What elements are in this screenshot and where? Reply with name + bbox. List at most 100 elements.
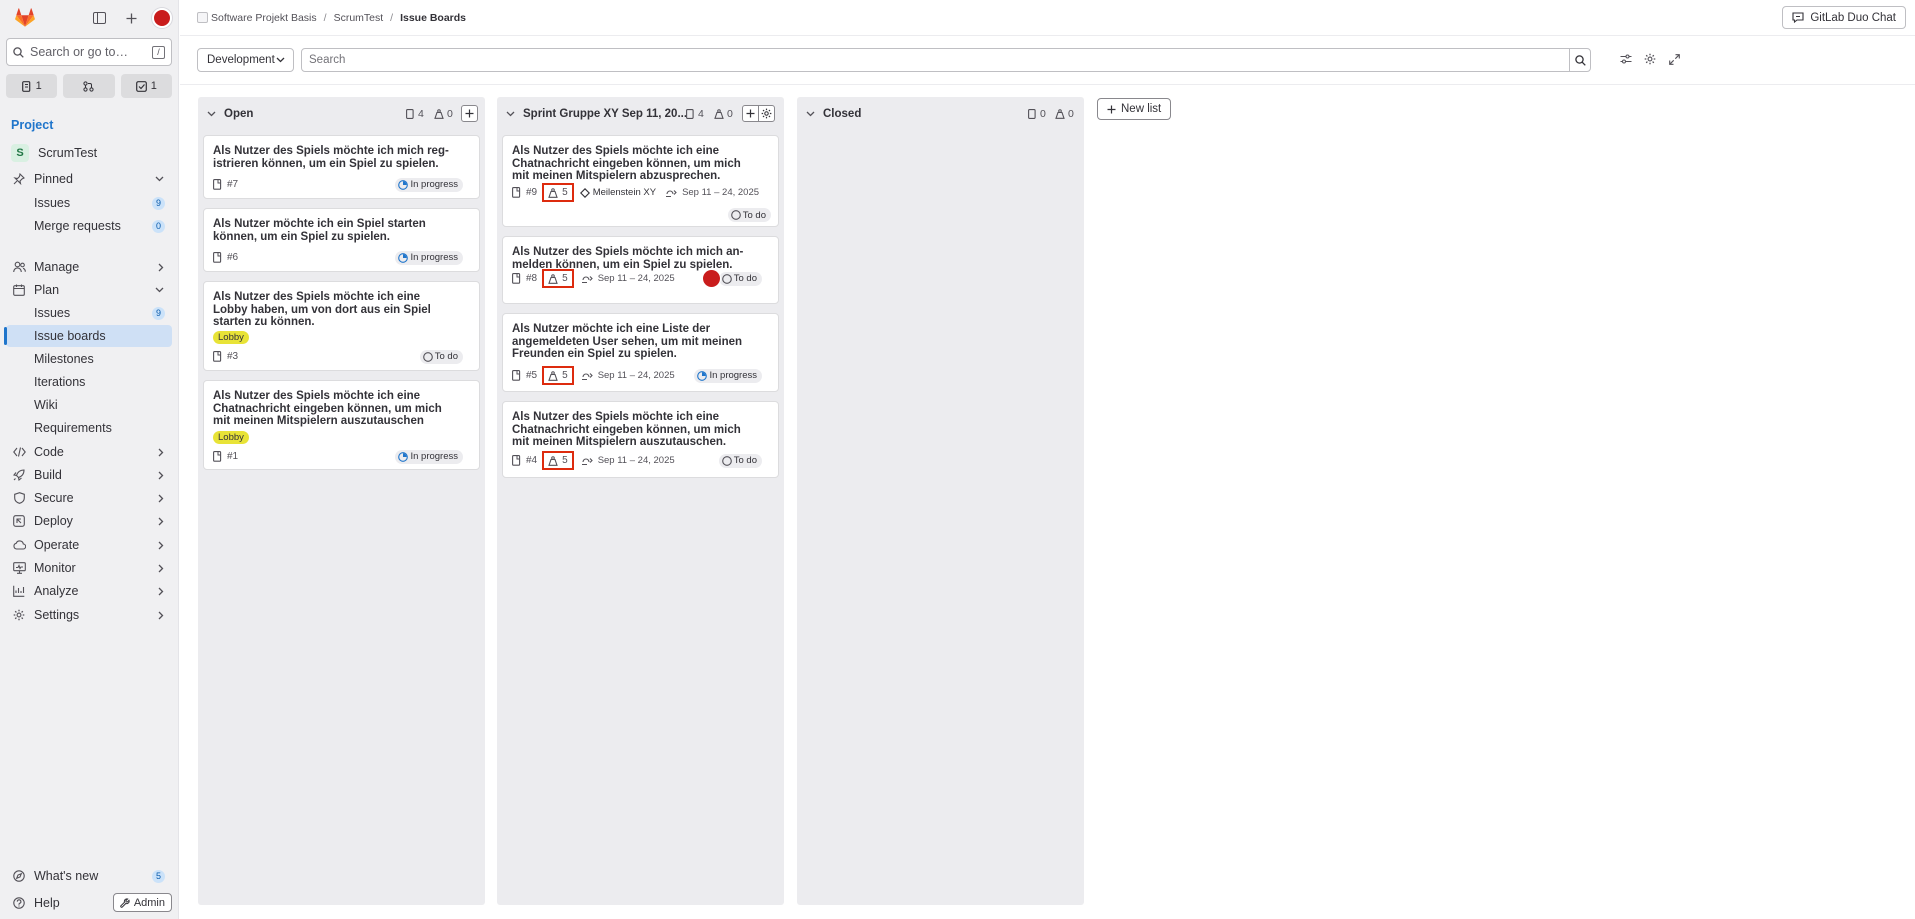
sidebar-item-issue-boards[interactable]: Issue boards xyxy=(4,325,172,347)
sidebar-item-manage[interactable]: Manage xyxy=(6,256,172,278)
issue-card[interactable]: Als Nutzer des Spiels möchte ich eine Ch… xyxy=(502,401,779,478)
whats-new-button[interactable]: What's new 5 xyxy=(6,865,172,887)
global-search-button[interactable]: Search or go to… / xyxy=(6,38,172,66)
label-lobby[interactable]: Lobby xyxy=(213,331,249,344)
breadcrumb-project[interactable]: ScrumTest xyxy=(334,12,384,24)
issue-iteration[interactable]: Sep 11 – 24, 2025 xyxy=(665,187,759,198)
issue-title[interactable]: Als Nutzer möchte ich ein Spiel starten … xyxy=(213,218,457,243)
list-settings-button[interactable] xyxy=(758,105,775,122)
chevron-right-icon xyxy=(158,611,164,620)
duo-chat-button[interactable]: GitLab Duo Chat xyxy=(1782,6,1906,29)
assignee-avatar[interactable] xyxy=(703,270,720,287)
issue-iteration[interactable]: Sep 11 – 24, 2025 xyxy=(581,273,675,284)
chevron-down-icon[interactable] xyxy=(806,111,815,117)
view-options-icon[interactable] xyxy=(1619,52,1633,66)
create-new-plus-icon[interactable] xyxy=(120,7,142,29)
issue-type-icon xyxy=(213,179,222,190)
issue-iid: #7 xyxy=(227,179,239,190)
sidebar-item-code[interactable]: Code xyxy=(6,441,172,463)
fullscreen-expand-icon[interactable] xyxy=(1667,52,1681,66)
issue-card[interactable]: Als Nutzer des Spiels möchte ich eine Lo… xyxy=(203,281,480,371)
issue-card[interactable]: Als Nutzer des Spiels möchte ich eine Ch… xyxy=(502,135,779,227)
chevron-right-icon xyxy=(158,263,164,272)
issue-meta: #5 5 Sep 11 – 24, 2025 In progress xyxy=(512,366,769,385)
sidebar-item-plan[interactable]: Plan xyxy=(6,279,172,301)
sidebar-item-settings[interactable]: Settings xyxy=(6,604,172,626)
sidebar-item-monitor[interactable]: Monitor xyxy=(6,557,172,579)
new-issue-plus-button[interactable] xyxy=(742,105,759,122)
board-settings-gear-icon[interactable] xyxy=(1643,52,1657,66)
sidebar-item-analyze[interactable]: Analyze xyxy=(6,580,172,602)
chevron-right-icon xyxy=(158,564,164,573)
assigned-issues-counter[interactable]: 1 xyxy=(6,74,58,98)
gear-icon xyxy=(12,609,26,621)
gitlab-logo-icon[interactable] xyxy=(14,7,36,29)
sidebar-item-operate[interactable]: Operate xyxy=(6,534,172,556)
todos-counter[interactable]: 1 xyxy=(120,74,172,98)
help-button[interactable]: Help xyxy=(6,892,118,914)
sidebar-item-pinned[interactable]: Pinned xyxy=(6,168,172,190)
board-switcher-dropdown[interactable]: Development xyxy=(197,48,294,72)
breadcrumb-group[interactable]: Software Projekt Basis xyxy=(211,12,317,24)
list-header: Closed 0 0 xyxy=(797,97,1084,131)
issue-title[interactable]: Als Nutzer des Spiels möchte ich eine Lo… xyxy=(213,291,457,329)
search-placeholder: Search or go to… xyxy=(30,45,128,59)
list-issue-count: 4 xyxy=(686,108,704,120)
weight-icon xyxy=(714,109,724,119)
project-link[interactable]: S ScrumTest xyxy=(6,142,172,164)
in-progress-icon xyxy=(697,370,708,381)
filter-search-button[interactable] xyxy=(1569,48,1591,72)
sidebar-item-requirements[interactable]: Requirements xyxy=(6,417,172,439)
sidebar-item-pinned-issues[interactable]: Issues 9 xyxy=(6,192,172,214)
chevron-down-icon[interactable] xyxy=(506,111,515,117)
label-lobby[interactable]: Lobby xyxy=(213,431,249,444)
new-issue-plus-button[interactable] xyxy=(461,105,478,122)
sidebar-item-milestones[interactable]: Milestones xyxy=(6,348,172,370)
issue-card[interactable]: Als Nutzer möchte ich eine Liste der ang… xyxy=(502,313,779,392)
issue-card[interactable]: Als Nutzer des Spiels möchte ich mich an… xyxy=(502,236,779,304)
issue-iid: #4 xyxy=(526,455,538,466)
issue-title[interactable]: Als Nutzer des Spiels möchte ich eine Ch… xyxy=(213,390,457,428)
issue-card[interactable]: Als Nutzer des Spiels möchte ich eine Ch… xyxy=(203,380,480,470)
sidebar-item-plan-issues[interactable]: Issues 9 xyxy=(6,302,172,324)
user-avatar[interactable] xyxy=(152,8,172,28)
issue-type-icon xyxy=(512,455,521,466)
issue-title[interactable]: Als Nutzer des Spiels möchte ich eine Ch… xyxy=(512,145,756,183)
breadcrumb-current[interactable]: Issue Boards xyxy=(400,12,466,24)
issue-title[interactable]: Als Nutzer des Spiels möchte ich eine Ch… xyxy=(512,411,756,449)
chevron-down-icon[interactable] xyxy=(207,111,216,117)
issue-title[interactable]: Als Nutzer des Spiels möchte ich mich re… xyxy=(213,145,457,170)
project-name: ScrumTest xyxy=(38,146,98,160)
issue-card[interactable]: Als Nutzer des Spiels möchte ich mich re… xyxy=(203,135,480,199)
merge-requests-counter[interactable] xyxy=(63,74,115,98)
admin-button[interactable]: Admin xyxy=(112,893,172,912)
issue-meta: #9 5 Meilenstein XY Sep 11 – 24, 2025 xyxy=(512,183,769,202)
filter-search-input[interactable]: Search xyxy=(301,48,1570,72)
issue-iteration[interactable]: Sep 11 – 24, 2025 xyxy=(581,455,675,466)
status-badge: To do xyxy=(718,271,762,286)
sidebar-item-pinned-merge-requests[interactable]: Merge requests 0 xyxy=(6,215,172,237)
sidebar-section-title: Project xyxy=(11,118,54,132)
sidebar-toggle-icon[interactable] xyxy=(88,7,110,29)
issue-iid: #5 xyxy=(526,370,538,381)
issue-title[interactable]: Als Nutzer möchte ich eine Liste der ang… xyxy=(512,323,756,361)
iteration-icon xyxy=(666,189,677,197)
weight-icon xyxy=(548,455,558,466)
issue-card[interactable]: Als Nutzer möchte ich ein Spiel starten … xyxy=(203,208,480,272)
issue-iteration[interactable]: Sep 11 – 24, 2025 xyxy=(581,370,675,381)
weight-icon xyxy=(434,109,444,119)
sidebar-item-secure[interactable]: Secure xyxy=(6,487,172,509)
issue-milestone[interactable]: Meilenstein XY xyxy=(579,187,656,198)
sidebar-item-deploy[interactable]: Deploy xyxy=(6,510,172,532)
sidebar-item-build[interactable]: Build xyxy=(6,464,172,486)
chevron-right-icon xyxy=(158,471,164,480)
sidebar-item-wiki[interactable]: Wiki xyxy=(6,394,172,416)
issue-title[interactable]: Als Nutzer des Spiels möchte ich mich an… xyxy=(512,246,756,271)
sidebar-item-iterations[interactable]: Iterations xyxy=(6,371,172,393)
plus-icon xyxy=(465,109,474,118)
list-weight-count: 0 xyxy=(434,108,453,120)
chevron-right-icon xyxy=(158,494,164,503)
issue-iid: #8 xyxy=(526,273,538,284)
new-list-button[interactable]: New list xyxy=(1097,98,1172,120)
calendar-icon xyxy=(12,284,26,296)
